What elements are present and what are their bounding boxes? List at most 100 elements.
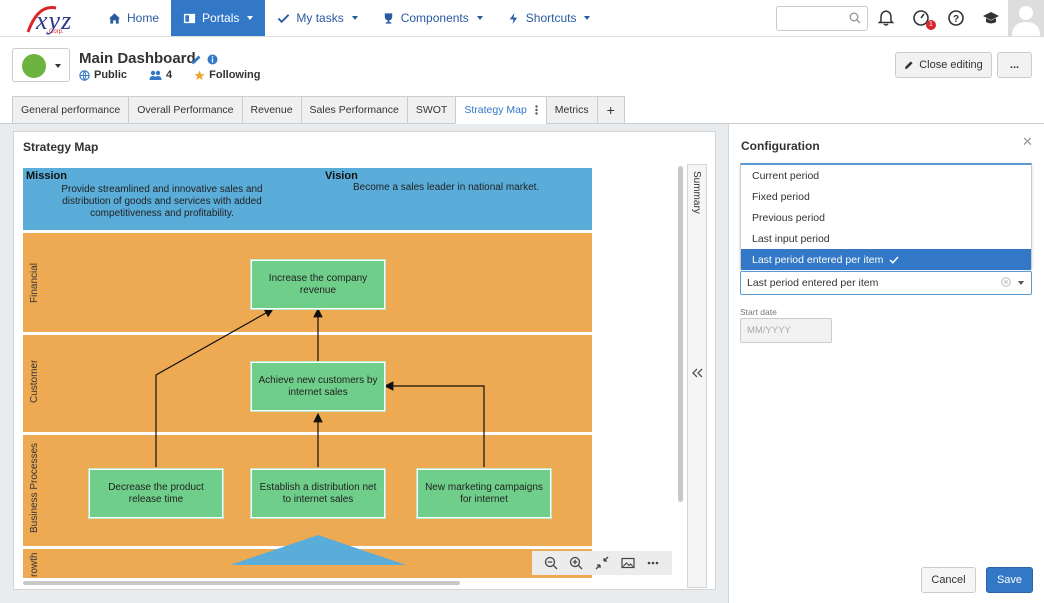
tab-label: Sales Performance bbox=[309, 104, 399, 116]
add-tab-label: + bbox=[606, 102, 615, 118]
edit-pencil-icon[interactable] bbox=[191, 54, 202, 65]
objective-label: Establish a distribution net to internet… bbox=[259, 481, 377, 505]
zoom-out-icon[interactable] bbox=[544, 556, 558, 570]
period-option[interactable]: Last input period bbox=[741, 228, 1031, 249]
nav-my-tasks[interactable]: My tasks bbox=[265, 0, 369, 36]
tab-general-performance[interactable]: General performance bbox=[12, 96, 129, 124]
tab-revenue[interactable]: Revenue bbox=[241, 96, 301, 124]
objective-label: Achieve new customers by internet sales bbox=[258, 374, 378, 398]
nav-components-label: Components bbox=[400, 11, 469, 25]
more-options-label: ... bbox=[1009, 59, 1020, 71]
image-export-icon[interactable] bbox=[620, 556, 635, 570]
svg-text:?: ? bbox=[953, 14, 959, 25]
widget-title: Strategy Map bbox=[23, 140, 99, 154]
help-icon[interactable]: ? bbox=[947, 9, 965, 27]
checkmark-icon bbox=[889, 255, 899, 264]
pencil-icon bbox=[905, 61, 913, 69]
visibility-status[interactable]: Public bbox=[79, 69, 127, 81]
strategy-map-widget: Strategy Map Mission Provide streamlined… bbox=[13, 131, 716, 590]
zoom-in-icon[interactable] bbox=[569, 556, 583, 570]
top-navbar: xyz Corp. Home Portals My tasks Componen… bbox=[0, 0, 1044, 37]
chevron-down-icon bbox=[351, 16, 358, 20]
company-logo[interactable]: xyz Corp. bbox=[22, 2, 97, 35]
portals-icon bbox=[183, 13, 196, 23]
objective-label: Increase the company revenue bbox=[268, 272, 368, 296]
objective-label: New marketing campaigns for internet bbox=[425, 481, 543, 505]
clear-icon[interactable] bbox=[1001, 277, 1011, 287]
objective-increase-revenue[interactable]: Increase the company revenue bbox=[250, 259, 386, 310]
period-option[interactable]: Previous period bbox=[741, 207, 1031, 228]
vertical-scrollbar[interactable] bbox=[678, 166, 683, 502]
nav-portals[interactable]: Portals bbox=[171, 0, 266, 36]
dashboard-image bbox=[22, 54, 46, 78]
nav-shortcuts[interactable]: Shortcuts bbox=[495, 0, 603, 36]
bell-icon[interactable] bbox=[877, 9, 895, 27]
fit-to-screen-icon[interactable] bbox=[595, 556, 609, 570]
objective-marketing-campaigns[interactable]: New marketing campaigns for internet bbox=[416, 468, 552, 519]
objective-new-customers[interactable]: Achieve new customers by internet sales bbox=[250, 361, 386, 412]
bolt-icon bbox=[509, 12, 517, 24]
chevron-down-icon bbox=[247, 16, 254, 20]
dashboard-image-selector[interactable] bbox=[12, 48, 70, 82]
start-date-input[interactable]: MM/YYYY bbox=[740, 318, 832, 343]
period-select-value: Last period entered per item bbox=[747, 277, 879, 289]
cancel-label: Cancel bbox=[931, 574, 966, 586]
notification-badge: 1 bbox=[926, 20, 936, 30]
tab-label: Strategy Map bbox=[464, 104, 527, 116]
objective-release-time[interactable]: Decrease the product release time bbox=[88, 468, 224, 519]
save-button[interactable]: Save bbox=[986, 567, 1033, 593]
following-status[interactable]: Following bbox=[194, 69, 260, 81]
period-option-selected[interactable]: Last period entered per item bbox=[741, 249, 1031, 270]
trophy-icon bbox=[384, 12, 392, 24]
tab-metrics[interactable]: Metrics bbox=[545, 96, 597, 124]
kebab-menu-icon[interactable] bbox=[535, 105, 538, 115]
period-option[interactable]: Current period bbox=[741, 165, 1031, 186]
globe-icon bbox=[79, 69, 90, 81]
dashboard-tabs: General performance Overall Performance … bbox=[12, 96, 625, 124]
more-horizontal-icon[interactable] bbox=[646, 556, 660, 570]
chevron-down-icon bbox=[584, 16, 591, 20]
tab-label: Revenue bbox=[250, 104, 293, 116]
dashboard-meta: Public 4 Following bbox=[79, 69, 260, 81]
configuration-panel: Configuration ✕ Current period Fixed per… bbox=[728, 124, 1044, 603]
check-icon bbox=[278, 13, 290, 23]
summary-label: Summary bbox=[691, 171, 702, 214]
map-toolbar bbox=[532, 551, 672, 575]
tab-strategy-map[interactable]: Strategy Map bbox=[455, 96, 546, 124]
tab-label: SWOT bbox=[415, 104, 448, 116]
period-option[interactable]: Fixed period bbox=[741, 186, 1031, 207]
close-editing-button[interactable]: Close editing bbox=[895, 52, 992, 78]
search-input[interactable] bbox=[776, 6, 868, 31]
nav-home[interactable]: Home bbox=[96, 0, 171, 36]
chevron-down-icon bbox=[55, 64, 61, 68]
option-label: Last input period bbox=[752, 232, 830, 245]
search-icon bbox=[849, 12, 861, 24]
double-chevron-left-icon[interactable] bbox=[692, 368, 703, 378]
visibility-label: Public bbox=[94, 69, 128, 81]
tab-label: Metrics bbox=[554, 104, 589, 116]
tab-swot[interactable]: SWOT bbox=[406, 96, 456, 124]
nav-portals-label: Portals bbox=[202, 11, 240, 25]
config-title: Configuration bbox=[741, 139, 820, 153]
save-label: Save bbox=[996, 574, 1023, 586]
objective-distribution-net[interactable]: Establish a distribution net to internet… bbox=[250, 468, 386, 519]
tab-sales-performance[interactable]: Sales Performance bbox=[300, 96, 407, 124]
tab-overall-performance[interactable]: Overall Performance bbox=[128, 96, 242, 124]
members-count[interactable]: 4 bbox=[149, 69, 172, 81]
cancel-button[interactable]: Cancel bbox=[921, 567, 976, 593]
chevron-down-icon[interactable] bbox=[1018, 281, 1024, 285]
close-icon[interactable]: ✕ bbox=[1022, 134, 1033, 150]
strategy-map-canvas[interactable]: Mission Provide streamlined and innovati… bbox=[23, 168, 592, 578]
period-select[interactable]: Last period entered per item bbox=[740, 271, 1032, 295]
add-tab-button[interactable]: + bbox=[596, 96, 625, 124]
nav-components[interactable]: Components bbox=[370, 0, 495, 36]
summary-panel-toggle[interactable]: Summary bbox=[687, 164, 707, 588]
close-editing-label: Close editing bbox=[919, 59, 983, 71]
more-options-button[interactable]: ... bbox=[997, 52, 1032, 78]
avatar[interactable] bbox=[1008, 0, 1044, 36]
graduation-cap-icon[interactable] bbox=[982, 9, 1000, 27]
option-label: Previous period bbox=[752, 211, 825, 224]
info-icon[interactable] bbox=[207, 54, 218, 65]
horizontal-scrollbar[interactable] bbox=[23, 581, 460, 585]
members-label: 4 bbox=[166, 69, 173, 81]
